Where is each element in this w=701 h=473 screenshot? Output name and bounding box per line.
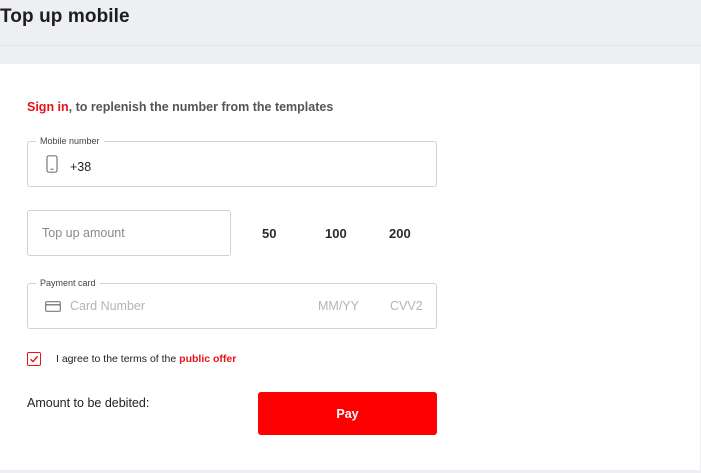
- amount-preset-200[interactable]: 200: [389, 226, 411, 241]
- amount-preset-100[interactable]: 100: [325, 226, 347, 241]
- mobile-number-field[interactable]: Mobile number +38: [27, 135, 437, 187]
- payment-card-field[interactable]: Payment card: [27, 277, 437, 329]
- expiry-date-input[interactable]: [318, 284, 368, 328]
- page-header: Top up mobile: [0, 0, 701, 45]
- mobile-number-legend: Mobile number: [36, 135, 104, 147]
- terms-checkbox[interactable]: [27, 352, 41, 366]
- public-offer-link[interactable]: public offer: [179, 353, 236, 365]
- topup-amount-input[interactable]: [28, 211, 230, 255]
- signin-prompt: Sign in, to replenish the number from th…: [27, 100, 333, 114]
- page-title: Top up mobile: [0, 6, 130, 27]
- phone-icon: [46, 155, 58, 173]
- checkmark-icon: [30, 355, 39, 363]
- terms-text: I agree to the terms of the: [56, 353, 180, 365]
- amount-debited-label: Amount to be debited:: [27, 396, 150, 410]
- credit-card-icon: [45, 301, 61, 312]
- amount-preset-50[interactable]: 50: [262, 226, 276, 241]
- signin-prompt-text: , to replenish the number from the templ…: [68, 100, 334, 114]
- pay-button[interactable]: Pay: [258, 392, 437, 435]
- topup-amount-field[interactable]: [27, 210, 231, 256]
- cvv-input[interactable]: [390, 284, 430, 328]
- header-divider: [0, 45, 701, 46]
- mobile-number-value[interactable]: +38: [70, 160, 91, 174]
- terms-agreement: I agree to the terms of the public offer: [56, 353, 236, 365]
- card-number-input[interactable]: [70, 284, 300, 328]
- signin-link[interactable]: Sign in: [27, 100, 69, 114]
